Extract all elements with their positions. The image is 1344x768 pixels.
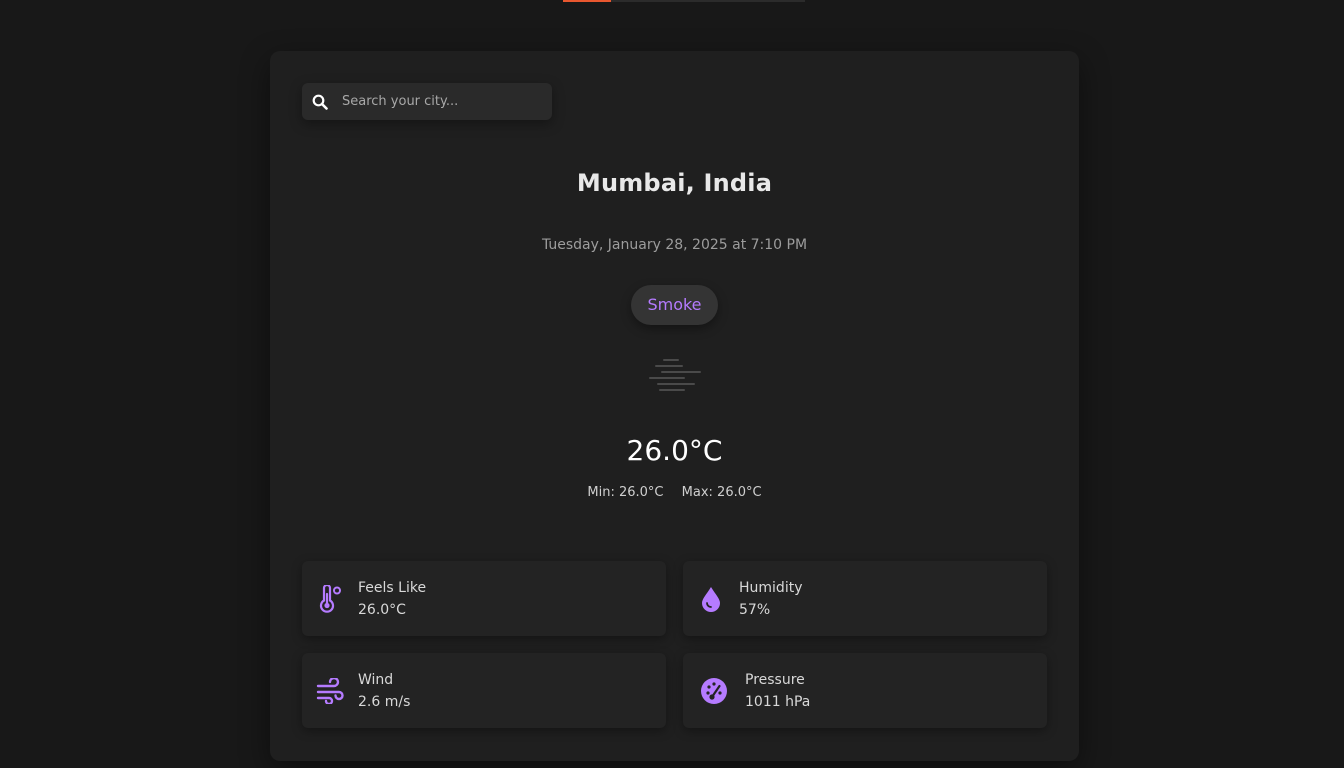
smoke-icon	[649, 359, 701, 391]
temperature: 26.0°C	[626, 434, 723, 467]
stat-value: 57%	[739, 601, 771, 618]
loading-bar-progress	[563, 0, 612, 2]
stat-value: 2.6 m/s	[358, 693, 411, 710]
stat-feels-like: Feels Like 26.0°C	[302, 561, 666, 636]
min-max-temperature: Min: 26.0°C Max: 26.0°C	[270, 485, 1079, 500]
stat-label: Pressure	[745, 671, 805, 688]
gauge-icon	[683, 653, 745, 728]
loading-bar	[563, 0, 805, 2]
stat-label: Humidity	[739, 579, 803, 596]
stat-wind: Wind 2.6 m/s	[302, 653, 666, 728]
search-input[interactable]	[338, 83, 552, 120]
search-box[interactable]	[302, 83, 552, 120]
min-temperature: Min: 26.0°C	[587, 485, 664, 500]
max-temperature: Max: 26.0°C	[681, 485, 762, 500]
search-icon[interactable]	[302, 94, 338, 110]
date-time: Tuesday, January 28, 2025 at 7:10 PM	[541, 237, 808, 253]
stat-value: 1011 hPa	[745, 693, 811, 710]
droplet-icon	[683, 561, 739, 636]
stat-humidity: Humidity 57%	[683, 561, 1047, 636]
stat-value: 26.0°C	[358, 601, 406, 618]
stat-label: Feels Like	[358, 579, 427, 596]
city-name: Mumbai, India	[576, 169, 773, 197]
thermometer-icon	[302, 561, 358, 636]
condition-badge: Smoke	[631, 285, 718, 325]
wind-icon	[302, 653, 358, 728]
weather-card: Mumbai, India Tuesday, January 28, 2025 …	[270, 51, 1079, 761]
stat-label: Wind	[358, 671, 394, 688]
stat-pressure: Pressure 1011 hPa	[683, 653, 1047, 728]
